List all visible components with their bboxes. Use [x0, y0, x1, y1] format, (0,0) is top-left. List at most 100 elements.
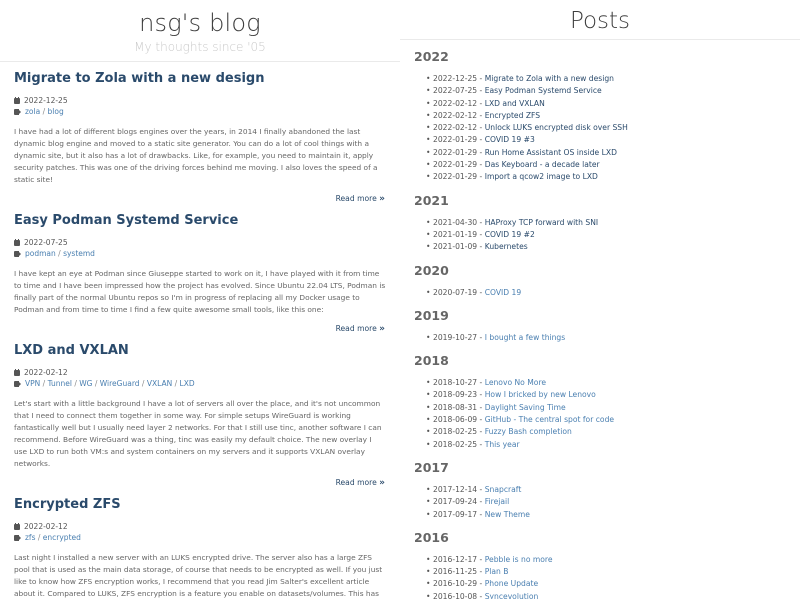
tag-link[interactable]: encrypted: [43, 533, 81, 542]
post-link[interactable]: GitHub - The central spot for code: [485, 415, 614, 424]
post-date: 2022-02-12: [433, 98, 478, 108]
read-more-label: Read more: [335, 194, 377, 203]
post-link[interactable]: Easy Podman Systemd Service: [485, 86, 602, 95]
double-chevron-right-icon: »: [379, 478, 385, 488]
read-more-label: Read more: [335, 324, 377, 333]
post-link[interactable]: This year: [485, 440, 520, 449]
article-title-link[interactable]: Easy Podman Systemd Service: [14, 213, 386, 229]
read-more-link[interactable]: Read more »: [335, 324, 385, 334]
post-link[interactable]: Phone Update: [485, 579, 538, 588]
tag-separator: /: [55, 249, 64, 258]
post-link[interactable]: Kubernetes: [485, 242, 528, 251]
post-link[interactable]: Encrypted ZFS: [485, 111, 540, 120]
post-link[interactable]: Firejail: [485, 497, 510, 506]
post-list: 2020-07-19 - COVID 19: [414, 287, 800, 300]
date-separator: -: [477, 332, 485, 342]
year-heading: 2020: [414, 262, 449, 278]
post-date: 2022-02-12: [433, 123, 478, 133]
year-heading: 2016: [414, 529, 449, 545]
post-list: 2022-12-25 - Migrate to Zola with a new …: [414, 73, 800, 184]
year-heading: 2017: [414, 459, 449, 475]
read-more-link[interactable]: Read more »: [335, 194, 385, 204]
post-link[interactable]: Fuzzy Bash completion: [485, 427, 572, 436]
read-more-link[interactable]: Read more »: [336, 478, 385, 488]
post-date: 2022-02-12: [433, 110, 478, 120]
article-tags-row: VPN / Tunnel / WG / WireGuard / VXLAN / …: [14, 378, 386, 389]
post-date: 2022-01-29: [433, 147, 478, 157]
article-excerpt: I have kept an eye at Podman since Giuse…: [14, 269, 386, 314]
post-list-item: 2018-08-31 - Daylight Saving Time: [426, 402, 800, 415]
calendar-icon: [14, 238, 20, 246]
tag-link[interactable]: Tunnel: [48, 379, 72, 388]
date-separator: -: [477, 160, 485, 170]
post-link[interactable]: COVID 19 #2: [485, 230, 535, 239]
date-separator: -: [477, 123, 485, 133]
year-heading: 2022: [414, 49, 449, 64]
article: Migrate to Zola with a new design 2022-12…: [0, 71, 400, 204]
tag-icon: [14, 380, 21, 387]
date-separator: -: [477, 74, 485, 83]
post-link[interactable]: I bought a few things: [485, 333, 565, 342]
post-list-item: 2018-09-23 - How I bricked by new Lenovo: [426, 389, 800, 402]
tag-link[interactable]: systemd: [63, 249, 95, 258]
tag-link[interactable]: WG: [79, 379, 92, 388]
post-link[interactable]: Run Home Assistant OS inside LXD: [485, 148, 617, 157]
post-date: 2018-06-09: [433, 415, 478, 425]
tag-link[interactable]: zola: [25, 107, 40, 116]
tag-separator: /: [139, 379, 147, 388]
article-excerpt: Let's start with a little background I h…: [14, 399, 382, 468]
tag-link[interactable]: VPN: [25, 379, 40, 388]
post-link[interactable]: HAProxy TCP forward with SNI: [485, 218, 598, 227]
article-title-link[interactable]: Migrate to Zola with a new design: [14, 71, 386, 87]
posts-column: Posts 2022 2022-12-25 - Migrate to Zola w…: [400, 0, 800, 599]
post-link[interactable]: How I bricked by new Lenovo: [485, 390, 596, 399]
post-list-item: 2018-02-25 - This year: [426, 439, 800, 452]
post-link[interactable]: COVID 19 #3: [485, 135, 535, 144]
post-link[interactable]: Syncevolution: [485, 592, 539, 599]
post-link[interactable]: Snapcraft: [485, 485, 522, 494]
post-link[interactable]: Unlock LUKS encrypted disk over SSH: [485, 123, 628, 132]
tag-link[interactable]: WireGuard: [100, 379, 140, 388]
post-list: 2021-04-30 - HAProxy TCP forward with SN…: [414, 217, 800, 254]
post-list-item: 2021-01-19 - COVID 19 #2: [426, 229, 800, 242]
post-link[interactable]: New Theme: [485, 510, 530, 519]
post-link[interactable]: Plan B: [485, 567, 509, 576]
tag-link[interactable]: podman: [25, 249, 56, 258]
post-date: 2016-10-29: [433, 579, 478, 589]
date-separator: -: [477, 242, 485, 252]
article-title-link[interactable]: LXD and VXLAN: [14, 343, 386, 359]
date-separator: -: [477, 135, 485, 145]
post-date: 2022-01-29: [433, 160, 478, 170]
blog-subtitle: My thoughts since '05: [134, 40, 266, 54]
post-link[interactable]: Lenovo No More: [485, 378, 546, 387]
post-link[interactable]: COVID 19: [485, 288, 522, 297]
post-link[interactable]: LXD and VXLAN: [485, 99, 545, 108]
tag-link[interactable]: LXD: [180, 379, 195, 388]
calendar-icon: [14, 368, 20, 376]
post-link[interactable]: Import a qcow2 image to LXD: [485, 172, 598, 181]
tag-link[interactable]: VXLAN: [147, 379, 172, 388]
date-separator: -: [477, 509, 485, 519]
post-date: 2020-07-19: [433, 287, 478, 297]
date-separator: -: [477, 484, 485, 494]
blog-title[interactable]: nsg's blog: [0, 8, 400, 38]
article-tags-row: podman / systemd: [14, 248, 386, 259]
post-date: 2017-09-17: [433, 509, 478, 519]
date-separator: -: [477, 497, 485, 507]
article-title-link[interactable]: Encrypted ZFS: [14, 497, 386, 513]
post-link[interactable]: Pebble is no more: [485, 555, 553, 564]
tag-link[interactable]: zfs: [25, 533, 36, 542]
article-meta: 2022-02-12 zfs / encrypted: [14, 521, 386, 543]
tag-link[interactable]: blog: [48, 107, 64, 116]
post-date: 2021-04-30: [433, 217, 478, 227]
post-list-item: 2019-10-27 - I bought a few things: [426, 332, 800, 345]
post-link[interactable]: Das Keyboard - a decade later: [485, 160, 600, 169]
article-meta: 2022-02-12 VPN / Tunnel / WG / WireGuard …: [14, 367, 386, 389]
post-list-item: 2022-01-29 - COVID 19 #3: [426, 134, 800, 147]
date-separator: -: [477, 287, 485, 297]
post-link[interactable]: Daylight Saving Time: [485, 403, 566, 412]
post-list: 2017-12-14 - Snapcraft2017-09-24 - Firej…: [414, 484, 800, 521]
article-excerpt: Last night I installed a new server with…: [14, 553, 383, 598]
date-separator: -: [477, 147, 485, 157]
post-link[interactable]: Migrate to Zola with a new design: [485, 74, 614, 83]
